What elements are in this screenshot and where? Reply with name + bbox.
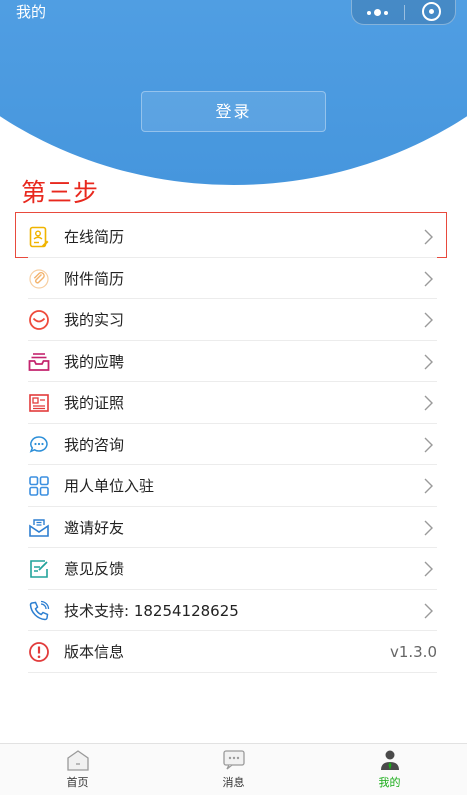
menu-item-label: 意见反馈 bbox=[64, 560, 125, 578]
menu-item-applications[interactable]: 我的应聘 bbox=[0, 341, 467, 382]
inbox-icon bbox=[28, 351, 50, 373]
message-icon bbox=[221, 749, 247, 771]
chevron-right-icon bbox=[420, 519, 436, 537]
smile-icon bbox=[28, 309, 50, 331]
login-button[interactable]: 登录 bbox=[141, 91, 326, 132]
menu-item-feedback[interactable]: 意见反馈 bbox=[0, 548, 467, 590]
tab-label: 我的 bbox=[378, 776, 401, 789]
tab-profile[interactable]: 我的 bbox=[312, 744, 467, 795]
menu-item-label: 版本信息 bbox=[64, 643, 125, 661]
version-value: v1.3.0 bbox=[389, 643, 437, 661]
menu-item-label: 我的实习 bbox=[64, 311, 125, 329]
tab-label: 消息 bbox=[222, 776, 245, 789]
menu-item-label: 我的咨询 bbox=[64, 435, 125, 454]
chevron-right-icon bbox=[420, 477, 436, 495]
chevron-right-icon bbox=[420, 560, 436, 578]
menu-item-version-info[interactable]: 版本信息 v1.3.0 bbox=[0, 631, 467, 673]
menu-item-label: 我的证照 bbox=[64, 394, 125, 412]
tab-label: 首页 bbox=[66, 776, 89, 789]
chevron-right-icon bbox=[420, 311, 436, 329]
menu-item-label: 技术支持: 18254128625 bbox=[64, 601, 239, 620]
mini-program-capsule bbox=[351, 0, 456, 25]
target-icon[interactable] bbox=[405, 0, 457, 25]
step-annotation: 第三步 bbox=[21, 178, 100, 207]
grid-apps-icon bbox=[28, 475, 50, 497]
menu-item-label: 在线简历 bbox=[64, 228, 125, 246]
profile-icon bbox=[377, 749, 403, 771]
menu-item-attachment-resume[interactable]: 附件简历 bbox=[0, 258, 467, 299]
menu-item-internship[interactable]: 我的实习 bbox=[0, 299, 467, 341]
chat-bubble-icon bbox=[28, 434, 50, 456]
chevron-right-icon bbox=[420, 353, 436, 371]
paperclip-icon bbox=[28, 268, 50, 290]
tab-home[interactable]: 首页 bbox=[0, 744, 155, 795]
menu-item-online-resume[interactable]: 在线简历 bbox=[0, 216, 467, 258]
profile-page: 我的 登录 第三步 在线简历 附件简历 我的实习 我的应聘 我的证照 我的咨询 … bbox=[0, 0, 467, 795]
menu-item-label: 邀请好友 bbox=[64, 518, 125, 537]
menu-item-label: 我的应聘 bbox=[64, 352, 125, 371]
more-dots-icon[interactable] bbox=[352, 0, 404, 25]
chevron-right-icon bbox=[420, 394, 436, 412]
menu-item-tech-support[interactable]: 技术支持: 18254128625 bbox=[0, 590, 467, 631]
home-icon bbox=[65, 749, 91, 771]
phone-icon bbox=[28, 600, 50, 622]
menu-item-label: 用人单位入驻 bbox=[64, 477, 155, 495]
chevron-right-icon bbox=[420, 228, 436, 246]
tab-bar: 首页 消息 我的 bbox=[0, 743, 467, 795]
envelope-icon bbox=[28, 517, 50, 539]
menu-item-consultation[interactable]: 我的咨询 bbox=[0, 424, 467, 465]
resume-icon bbox=[28, 226, 50, 248]
menu-item-certificates[interactable]: 我的证照 bbox=[0, 382, 467, 424]
edit-feedback-icon bbox=[28, 558, 50, 580]
certificate-icon bbox=[28, 392, 50, 414]
chevron-right-icon bbox=[420, 602, 436, 620]
info-circle-icon bbox=[28, 641, 50, 663]
menu-item-label: 附件简历 bbox=[64, 269, 125, 288]
chevron-right-icon bbox=[420, 436, 436, 454]
menu-item-employer-join[interactable]: 用人单位入驻 bbox=[0, 465, 467, 507]
menu-item-invite-friends[interactable]: 邀请好友 bbox=[0, 507, 467, 548]
tab-messages[interactable]: 消息 bbox=[156, 744, 311, 795]
menu-list: 在线简历 附件简历 我的实习 我的应聘 我的证照 我的咨询 用人单位入驻 邀请好… bbox=[0, 216, 467, 673]
chevron-right-icon bbox=[420, 270, 436, 288]
page-title: 我的 bbox=[16, 3, 47, 21]
